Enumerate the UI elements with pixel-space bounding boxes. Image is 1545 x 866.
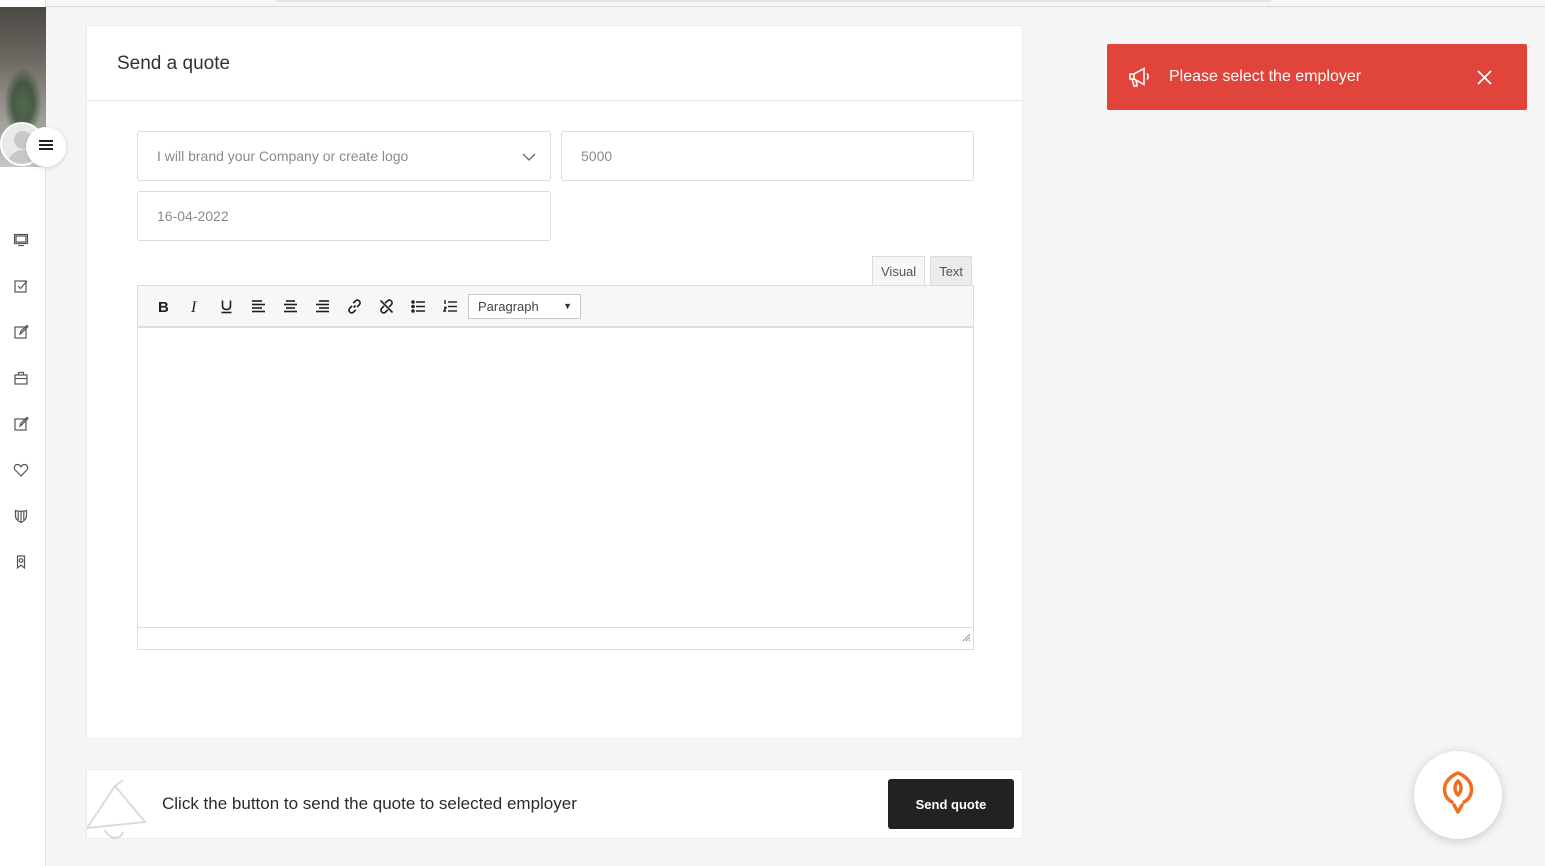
send-quote-button[interactable]: Send quote <box>888 779 1014 829</box>
toast-message: Please select the employer <box>1169 68 1362 85</box>
service-select[interactable]: I will brand your Company or create logo <box>137 131 551 181</box>
date-input[interactable]: 16-04-2022 <box>137 191 551 241</box>
quote-form-card: Send a quote I will brand your Company o… <box>86 25 1023 739</box>
resize-handle-icon[interactable] <box>961 629 971 647</box>
briefcase-icon[interactable] <box>12 369 30 387</box>
card-header: Send a quote <box>87 26 1022 101</box>
horizontal-scrollbar[interactable] <box>276 0 1271 2</box>
caret-down-icon: ▼ <box>563 301 572 311</box>
tab-visual[interactable]: Visual <box>872 256 926 285</box>
tab-text[interactable]: Text <box>930 256 973 285</box>
numbered-list-icon[interactable] <box>434 291 466 321</box>
align-left-icon[interactable] <box>242 291 274 321</box>
format-select-value: Paragraph <box>478 298 539 314</box>
monitor-icon[interactable] <box>12 231 30 249</box>
align-center-icon[interactable] <box>274 291 306 321</box>
close-icon[interactable] <box>1477 70 1492 90</box>
service-select-value: I will brand your Company or create logo <box>157 148 409 164</box>
editor-tabs: Visual Text <box>872 256 973 285</box>
shield-icon[interactable] <box>12 507 30 525</box>
price-input[interactable]: 5000 <box>561 131 974 181</box>
chevron-down-icon <box>522 149 536 165</box>
price-input-value: 5000 <box>581 148 613 164</box>
format-select[interactable]: Paragraph ▼ <box>468 293 581 319</box>
bullet-list-icon[interactable] <box>402 291 434 321</box>
hamburger-icon <box>38 138 54 157</box>
rich-text-editor: B I Paragraph ▼ <box>137 285 974 650</box>
send-quote-instruction: Click the button to send the quote to se… <box>162 794 577 813</box>
error-toast: Please select the employer <box>1107 44 1527 110</box>
date-input-value: 16-04-2022 <box>157 208 229 224</box>
edit-icon[interactable] <box>12 323 30 341</box>
align-right-icon[interactable] <box>306 291 338 321</box>
svg-text:I: I <box>190 299 197 315</box>
checkbox-icon[interactable] <box>12 277 30 295</box>
svg-text:B: B <box>158 299 169 315</box>
editor-content-area[interactable] <box>138 328 973 627</box>
help-chat-button[interactable] <box>1414 751 1502 839</box>
top-scroll-area <box>46 0 1545 7</box>
editor-toolbar: B I Paragraph ▼ <box>138 286 973 328</box>
italic-icon[interactable]: I <box>178 291 210 321</box>
edit-icon[interactable] <box>12 415 30 433</box>
menu-toggle-button[interactable] <box>26 127 66 167</box>
bold-icon[interactable]: B <box>146 291 178 321</box>
megaphone-icon <box>87 778 157 840</box>
underline-icon[interactable] <box>210 291 242 321</box>
heart-icon[interactable] <box>12 461 30 479</box>
rocket-icon <box>1438 770 1478 820</box>
link-icon[interactable] <box>338 291 370 321</box>
send-quote-bar: Click the button to send the quote to se… <box>86 769 1023 839</box>
editor-statusbar <box>138 627 973 649</box>
unlink-icon[interactable] <box>370 291 402 321</box>
megaphone-icon <box>1127 66 1151 93</box>
bookmark-icon[interactable] <box>12 553 30 571</box>
page-title: Send a quote <box>117 53 231 74</box>
